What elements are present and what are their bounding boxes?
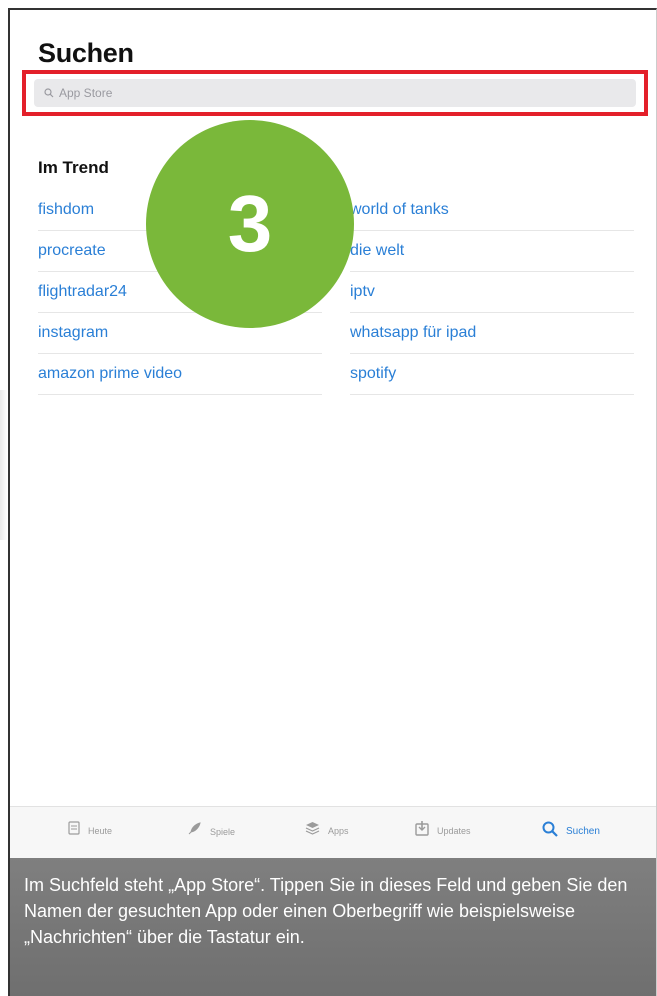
instruction-caption: Im Suchfeld steht „App Store“. Tippen Si… — [10, 858, 656, 996]
tab-apps[interactable]: Apps — [305, 821, 349, 840]
trending-title: Im Trend — [38, 158, 109, 177]
tab-label: Apps — [328, 825, 349, 836]
search-input[interactable]: App Store — [34, 79, 636, 107]
search-icon — [542, 821, 558, 842]
trending-item[interactable]: spotify — [350, 354, 634, 395]
tab-suchen[interactable]: Suchen — [542, 821, 600, 842]
trending-item[interactable]: iptv — [350, 272, 634, 313]
updates-icon — [415, 821, 429, 841]
trending-item[interactable]: world of tanks — [350, 190, 634, 231]
step-number-badge: 3 — [146, 120, 354, 328]
trending-item[interactable]: die welt — [350, 231, 634, 272]
tab-label: Suchen — [566, 826, 600, 837]
tab-label: Heute — [88, 825, 113, 836]
tab-spiele[interactable]: Spiele — [186, 821, 235, 842]
search-placeholder: App Store — [59, 86, 113, 100]
tab-label: Spiele — [210, 826, 236, 837]
page-title: Suchen — [38, 38, 134, 68]
apps-stack-icon — [305, 821, 320, 840]
today-icon — [68, 821, 80, 840]
tab-bar: Heute Spiele Apps Updates Suchen — [10, 806, 656, 858]
trending-list-right: world of tanks die welt iptv whatsapp fü… — [350, 190, 634, 395]
tab-heute[interactable]: Heute — [68, 821, 112, 840]
search-icon — [44, 88, 54, 98]
step-number: 3 — [227, 179, 273, 268]
left-edge-shadow — [0, 390, 8, 540]
tab-label: Updates — [437, 826, 471, 836]
rocket-icon — [186, 821, 202, 842]
trending-item[interactable]: whatsapp für ipad — [350, 313, 634, 354]
search-highlight-box: App Store — [22, 70, 648, 116]
trending-item[interactable]: amazon prime video — [38, 354, 322, 395]
tab-updates[interactable]: Updates — [415, 821, 471, 841]
